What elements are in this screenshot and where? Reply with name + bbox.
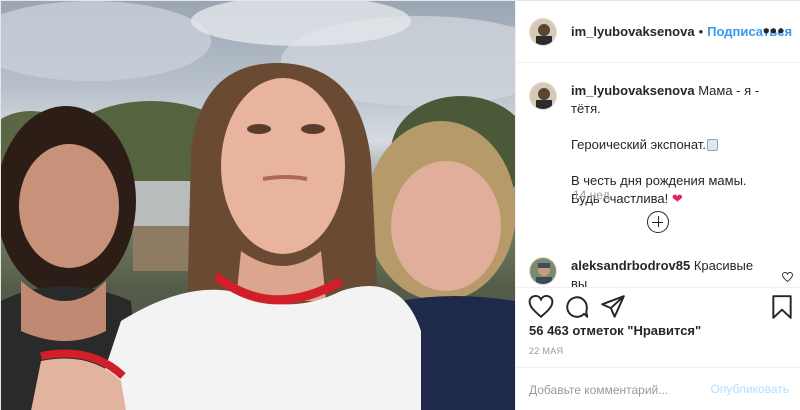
commenter-avatar[interactable] <box>529 257 557 285</box>
caption-line-2: Героический экспонат. <box>571 137 706 152</box>
post-header: im_lyubovaksenova • Подписаться ••• <box>516 1 800 63</box>
comment-text: aleksandrbodrov85 Красивые вы <box>571 257 761 287</box>
comment-like-icon[interactable] <box>782 272 793 282</box>
comment-item: aleksandrbodrov85 Красивые вы <box>529 257 761 287</box>
exhibit-emoji-icon <box>706 139 718 151</box>
post-photo[interactable] <box>1 1 515 410</box>
caption: im_lyubovaksenova Мама - я - тётя. Герои… <box>529 82 791 208</box>
share-icon[interactable] <box>600 294 626 320</box>
photo-illustration <box>1 1 515 410</box>
caption-time[interactable]: 14 нед. <box>573 188 613 202</box>
comment-icon[interactable] <box>564 294 590 320</box>
heart-icon[interactable] <box>528 294 554 320</box>
post-side-panel: im_lyubovaksenova • Подписаться ••• im_l… <box>515 1 800 410</box>
heart-emoji-icon: ❤ <box>671 191 683 206</box>
caption-author-avatar[interactable] <box>529 82 557 110</box>
comments-section: im_lyubovaksenova Мама - я - тётя. Герои… <box>516 64 800 287</box>
author-username[interactable]: im_lyubovaksenova <box>571 24 695 39</box>
commenter-username[interactable]: aleksandrbodrov85 <box>571 258 690 273</box>
likes-count[interactable]: 56 463 отметок "Нравится" <box>529 323 701 338</box>
publish-button[interactable]: Опубликовать <box>711 382 789 396</box>
author-avatar[interactable] <box>529 17 557 46</box>
separator-dot: • <box>698 24 704 39</box>
bookmark-icon[interactable] <box>769 294 795 320</box>
add-comment-bar: Опубликовать <box>516 367 800 410</box>
comment-input[interactable] <box>529 380 699 400</box>
instagram-post: im_lyubovaksenova • Подписаться ••• im_l… <box>0 0 800 410</box>
post-date[interactable]: 22 мая <box>529 346 563 356</box>
caption-username[interactable]: im_lyubovaksenova <box>571 83 695 98</box>
plus-circle-icon[interactable] <box>647 211 669 233</box>
more-options-icon[interactable]: ••• <box>763 21 785 42</box>
post-actions: 56 463 отметок "Нравится" 22 мая Опублик… <box>516 287 800 410</box>
